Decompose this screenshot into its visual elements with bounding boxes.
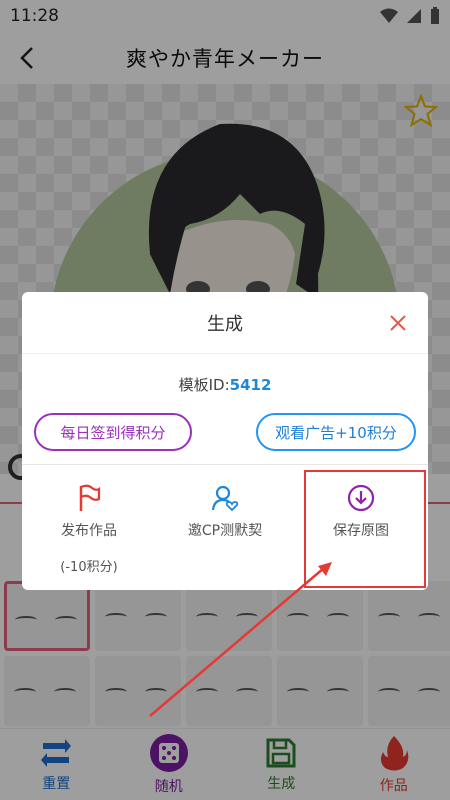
template-id-label: 模板ID: [178, 376, 230, 394]
user-heart-icon [211, 485, 239, 512]
template-id-text: 模板ID:5412 [22, 374, 428, 395]
invite-cp-label: 邀CP测默契 [187, 523, 263, 539]
highlight-box [304, 470, 426, 588]
invite-cp-button[interactable]: 邀CP测默契 [160, 484, 290, 540]
dialog-header: 生成 [22, 292, 428, 354]
close-icon[interactable] [388, 313, 408, 333]
template-id-value: 5412 [229, 376, 272, 394]
publish-work-button[interactable]: 发布作品 (-10积分) [24, 484, 154, 575]
watch-ad-button[interactable]: 观看广告+10积分 [256, 413, 416, 451]
dialog-title: 生成 [207, 313, 243, 335]
publish-work-label: 发布作品 [61, 523, 117, 539]
flag-icon [79, 484, 101, 511]
dialog-divider [22, 464, 428, 465]
publish-work-cost: (-10积分) [60, 560, 118, 575]
daily-checkin-button[interactable]: 每日签到得积分 [34, 413, 192, 451]
